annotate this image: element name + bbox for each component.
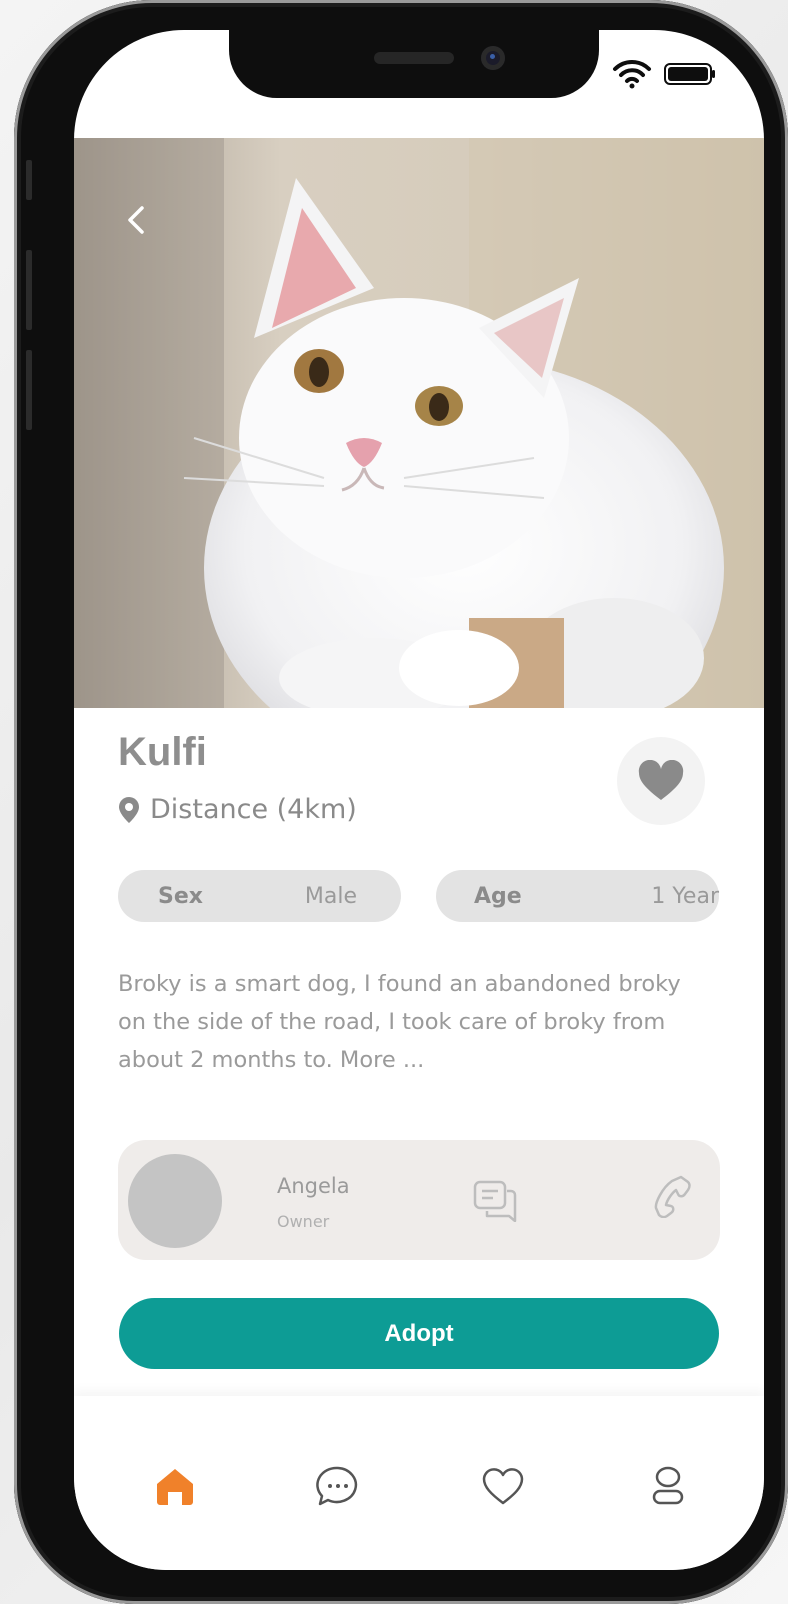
sex-value: Male [304, 883, 357, 909]
phone-frame: Kulfi Distance (4km) Sex Male Age 1 Year… [14, 0, 788, 1604]
volume-up-button [26, 250, 32, 330]
avatar [128, 1154, 222, 1248]
bottom-tab-bar [74, 1396, 764, 1570]
favorite-button[interactable] [617, 737, 705, 825]
owner-card: Angela Owner [118, 1140, 720, 1260]
pet-description: Broky is a smart dog, I found an abandon… [118, 971, 681, 1073]
chat-owner-button[interactable] [473, 1180, 519, 1223]
user-icon [652, 1466, 684, 1505]
adopt-button[interactable]: Adopt [119, 1298, 719, 1369]
chevron-left-icon [128, 206, 144, 234]
tab-favorites[interactable] [479, 1464, 527, 1508]
owner-name: Angela [277, 1174, 350, 1198]
heart-icon [482, 1468, 524, 1505]
phone-icon [654, 1175, 691, 1219]
front-camera [481, 46, 505, 70]
owner-role: Owner [277, 1212, 330, 1231]
call-owner-button[interactable] [651, 1174, 693, 1219]
wifi-icon [613, 59, 651, 89]
age-chip: Age 1 Year [436, 870, 719, 922]
tab-messages[interactable] [314, 1464, 362, 1508]
home-icon [157, 1469, 193, 1505]
tab-home[interactable] [151, 1464, 199, 1508]
app-screen: Kulfi Distance (4km) Sex Male Age 1 Year… [74, 30, 764, 1570]
back-button[interactable] [122, 200, 150, 240]
heart-icon [638, 760, 684, 800]
speaker [374, 52, 454, 64]
tab-profile[interactable] [644, 1464, 692, 1508]
map-pin-icon [119, 796, 139, 823]
distance-row: Distance (4km) [118, 794, 357, 825]
mute-switch [26, 160, 32, 200]
volume-down-button [26, 350, 32, 430]
sex-chip: Sex Male [118, 870, 401, 922]
battery-icon [664, 63, 715, 85]
distance-text: Distance (4km) [150, 794, 357, 825]
notch [229, 30, 599, 98]
pet-name: Kulfi [118, 730, 207, 774]
message-icon [316, 1466, 358, 1506]
pet-photo [74, 138, 764, 708]
age-value: 1 Year [651, 883, 719, 909]
sex-label: Sex [158, 883, 203, 909]
message-icon [473, 1180, 517, 1223]
age-label: Age [474, 883, 522, 909]
cat-illustration [74, 138, 764, 708]
